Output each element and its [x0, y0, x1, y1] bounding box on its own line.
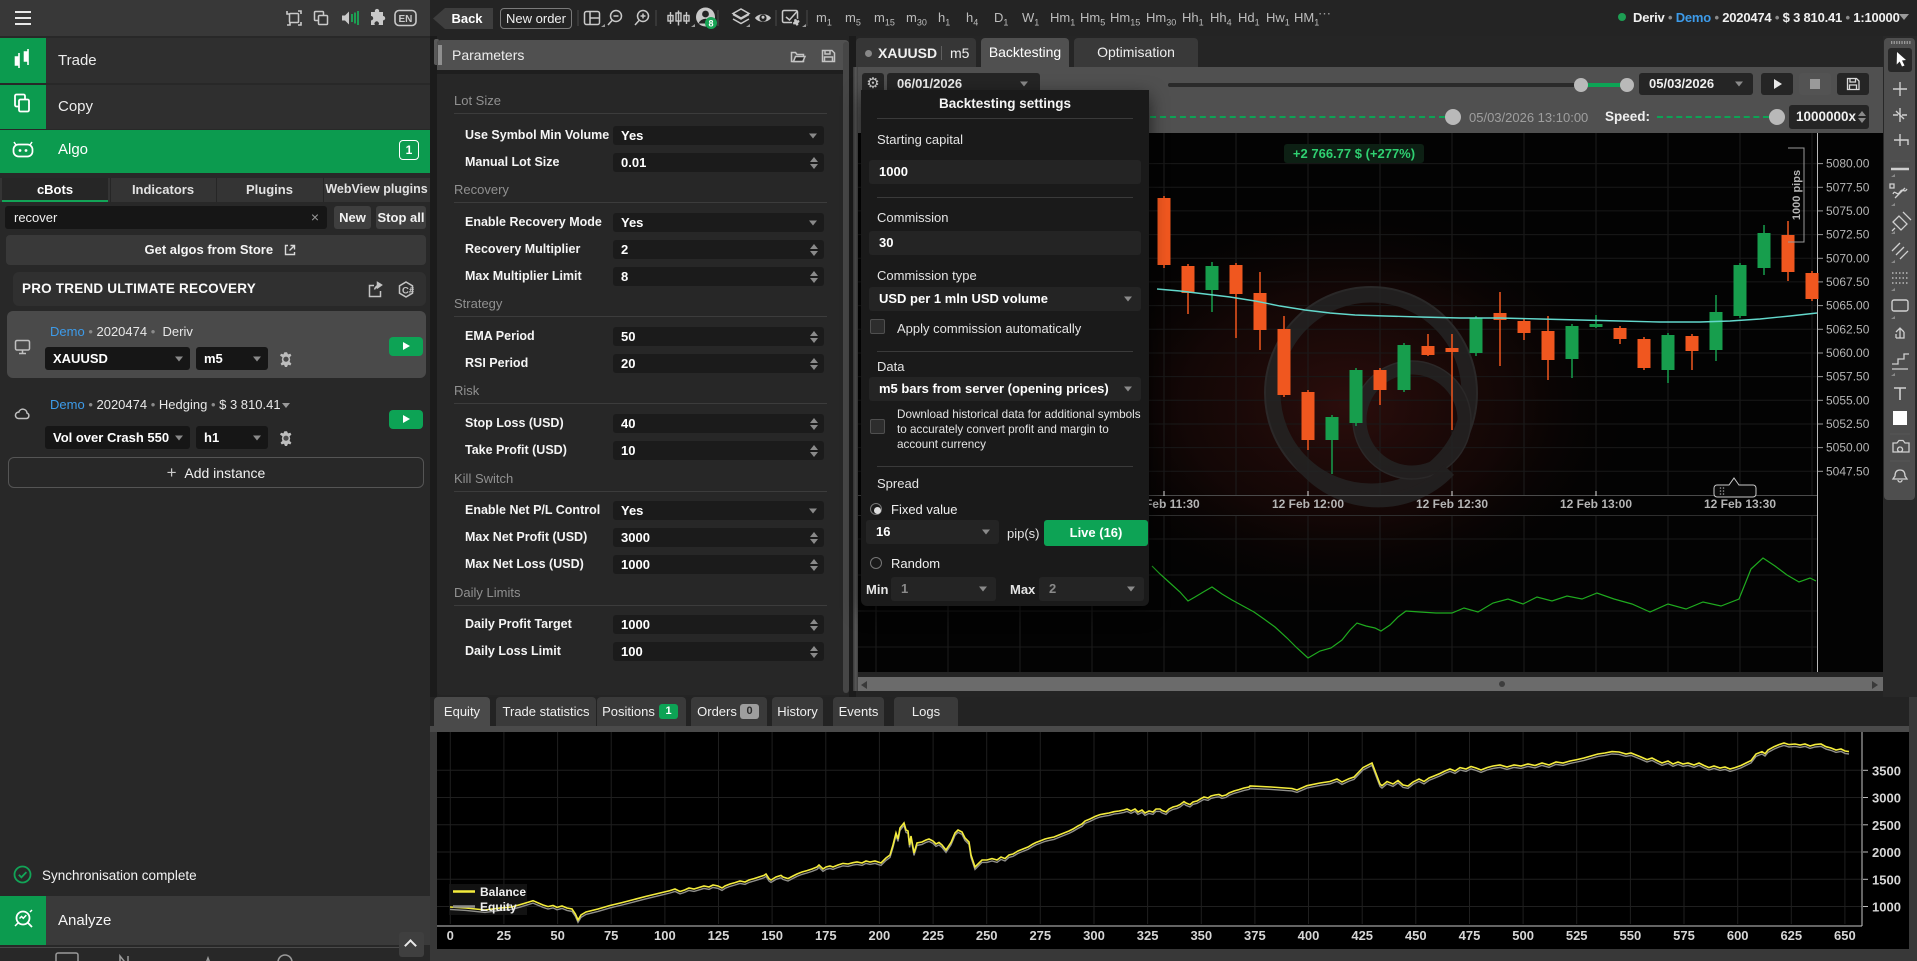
svg-text:625: 625 [1780, 928, 1802, 943]
svg-text:12 Feb 13:00: 12 Feb 13:00 [1560, 497, 1632, 511]
svg-text:5052.50: 5052.50 [1826, 417, 1870, 431]
svg-text:1000: 1000 [1872, 900, 1901, 915]
svg-text:250: 250 [976, 928, 998, 943]
svg-text:325: 325 [1137, 928, 1159, 943]
svg-text:5062.50: 5062.50 [1826, 322, 1870, 336]
svg-text:225: 225 [922, 928, 944, 943]
svg-text:12 Feb 13:30: 12 Feb 13:30 [1704, 497, 1776, 511]
svg-text:Balance: Balance [480, 885, 526, 899]
svg-text:5072.50: 5072.50 [1826, 228, 1870, 242]
svg-text:425: 425 [1351, 928, 1373, 943]
svg-text:12 Feb 12:30: 12 Feb 12:30 [1416, 497, 1488, 511]
svg-text:650: 650 [1834, 928, 1856, 943]
svg-text:3500: 3500 [1872, 763, 1901, 778]
svg-text:EN: EN [399, 14, 413, 25]
svg-text:575: 575 [1673, 928, 1695, 943]
svg-text:350: 350 [1190, 928, 1212, 943]
svg-text:1000 pips: 1000 pips [1791, 170, 1803, 220]
svg-text:600: 600 [1727, 928, 1749, 943]
svg-text:175: 175 [815, 928, 837, 943]
svg-text:150: 150 [761, 928, 783, 943]
svg-text:300: 300 [1083, 928, 1105, 943]
svg-text:8: 8 [708, 19, 713, 29]
svg-text:450: 450 [1405, 928, 1427, 943]
svg-text:5065.00: 5065.00 [1826, 299, 1870, 313]
svg-text:400: 400 [1298, 928, 1320, 943]
svg-text:475: 475 [1459, 928, 1481, 943]
svg-text:12 Feb 12:00: 12 Feb 12:00 [1272, 497, 1344, 511]
svg-text:+2 766.77 $ (+277%): +2 766.77 $ (+277%) [1293, 146, 1415, 161]
svg-text:375: 375 [1244, 928, 1266, 943]
svg-text:5067.50: 5067.50 [1826, 275, 1870, 289]
svg-text:5077.50: 5077.50 [1826, 180, 1870, 194]
svg-text:5060.00: 5060.00 [1826, 346, 1870, 360]
svg-text:2000: 2000 [1872, 845, 1901, 860]
svg-text:5047.50: 5047.50 [1826, 464, 1870, 478]
svg-text:C#: C# [402, 286, 415, 297]
svg-text:75: 75 [604, 928, 618, 943]
svg-text:5070.00: 5070.00 [1826, 251, 1870, 265]
svg-text:500: 500 [1512, 928, 1534, 943]
svg-text:3000: 3000 [1872, 791, 1901, 806]
svg-text:0: 0 [447, 928, 454, 943]
svg-text:50: 50 [550, 928, 564, 943]
svg-text:275: 275 [1029, 928, 1051, 943]
svg-text:5075.00: 5075.00 [1826, 204, 1870, 218]
svg-text:5055.00: 5055.00 [1826, 393, 1870, 407]
svg-text:1500: 1500 [1872, 872, 1901, 887]
svg-text:550: 550 [1620, 928, 1642, 943]
svg-text:125: 125 [708, 928, 730, 943]
svg-text:5050.00: 5050.00 [1826, 441, 1870, 455]
svg-text:100: 100 [654, 928, 676, 943]
svg-text:5057.50: 5057.50 [1826, 370, 1870, 384]
svg-text:200: 200 [869, 928, 891, 943]
svg-text:5080.00: 5080.00 [1826, 157, 1870, 171]
svg-text:2500: 2500 [1872, 818, 1901, 833]
svg-text:525: 525 [1566, 928, 1588, 943]
svg-text:25: 25 [497, 928, 511, 943]
svg-text:Equity: Equity [480, 900, 517, 914]
